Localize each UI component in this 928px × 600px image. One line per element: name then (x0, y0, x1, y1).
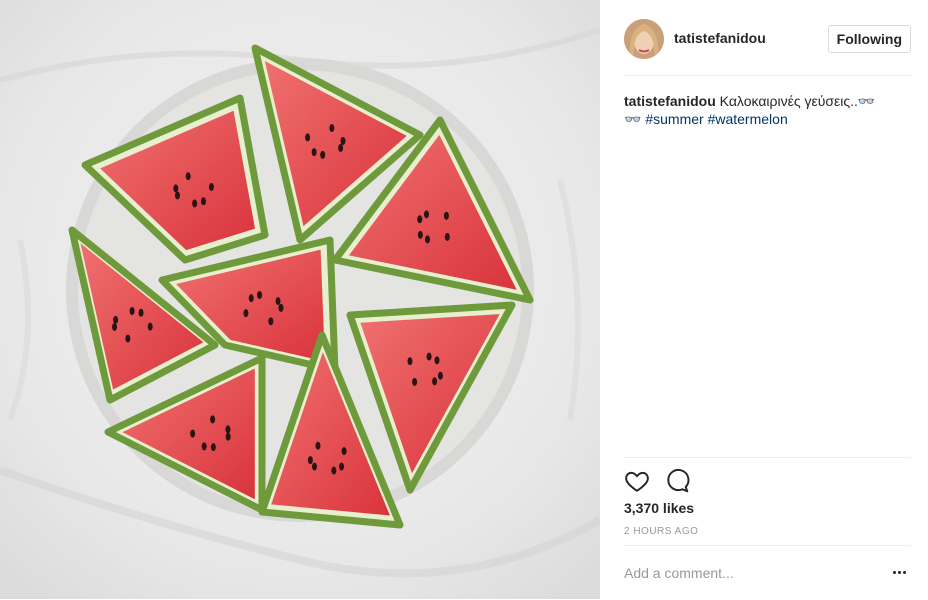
watermelon-seed (320, 150, 326, 159)
post-caption: tatistefanidou Καλοκαιρινές γεύσεις..👓 👓… (624, 92, 911, 128)
watermelon-seed (341, 447, 347, 456)
post-side-panel: tatistefanidou Following tatistefanidou … (600, 0, 928, 599)
watermelon-seed (444, 232, 450, 241)
following-button[interactable]: Following (827, 25, 911, 53)
watermelon-seed (412, 377, 418, 386)
watermelon-seed (423, 210, 429, 219)
hashtag-summer[interactable]: #summer (645, 111, 703, 127)
watermelon-seed (257, 291, 263, 300)
post-image[interactable] (0, 0, 600, 599)
watermelon-seed (425, 235, 431, 244)
watermelon-seed (138, 308, 144, 317)
watermelon-seed (437, 371, 443, 380)
watermelon-seed (311, 148, 317, 157)
likes-count[interactable]: 3,370 likes (624, 500, 694, 516)
watermelon-seed (129, 307, 135, 316)
watermelon-seed (331, 466, 337, 475)
avatar[interactable] (624, 19, 664, 59)
watermelon-seed (305, 133, 311, 142)
watermelon-seed (192, 199, 198, 208)
watermelon-seed (275, 297, 281, 306)
hashtag-watermelon[interactable]: #watermelon (708, 111, 788, 127)
watermelon-seed (208, 182, 214, 191)
watermelon-seed (201, 442, 207, 451)
post-timestamp[interactable]: 2 HOURS AGO (624, 526, 698, 537)
author-username[interactable]: tatistefanidou (674, 30, 766, 46)
caption-emoji-2: 👓 (624, 111, 642, 127)
watermelon-seed (426, 352, 432, 361)
comment-input[interactable] (624, 561, 874, 585)
watermelon-seed (112, 322, 118, 331)
watermelon-seed (432, 377, 438, 386)
watermelon-seed (174, 191, 180, 200)
caption-text: Καλοκαιρινές γεύσεις.. (715, 93, 858, 109)
watermelon-seed (210, 415, 216, 424)
caption-username[interactable]: tatistefanidou (624, 93, 716, 109)
watermelon-seed (225, 425, 231, 434)
watermelon-seed (407, 357, 413, 366)
heart-icon[interactable] (624, 468, 650, 494)
watermelon-seed (278, 303, 284, 312)
watermelon-seed (329, 124, 335, 133)
watermelon-seed (315, 441, 321, 450)
action-bar (624, 457, 911, 493)
watermelon-seed (190, 429, 196, 438)
watermelon-seed (339, 462, 345, 471)
watermelon-seed (417, 215, 423, 224)
watermelon-seed (200, 197, 206, 206)
watermelon-seed (434, 356, 440, 365)
watermelon-seed (113, 315, 119, 324)
watermelon-seed (248, 294, 254, 303)
watermelon-seed (268, 317, 274, 326)
watermelon-seed (443, 211, 449, 220)
watermelon-seed (311, 462, 317, 471)
watermelon-seed (185, 172, 191, 181)
more-options-icon[interactable] (893, 564, 911, 580)
caption-emoji-1: 👓 (857, 93, 876, 109)
comment-icon[interactable] (664, 468, 690, 494)
post-header: tatistefanidou Following (624, 16, 911, 76)
watermelon-seed (417, 230, 423, 239)
comment-bar (624, 545, 911, 600)
watermelon-seed (210, 443, 216, 452)
watermelon-seed (225, 432, 231, 441)
watermelon-seed (307, 456, 313, 465)
watermelon-seed (125, 334, 131, 343)
watermelon-seed (147, 322, 153, 331)
watermelon-seed (338, 143, 344, 152)
watermelon-seed (340, 137, 346, 145)
watermelon-seed (243, 309, 249, 318)
watermelon-seed (173, 184, 179, 193)
